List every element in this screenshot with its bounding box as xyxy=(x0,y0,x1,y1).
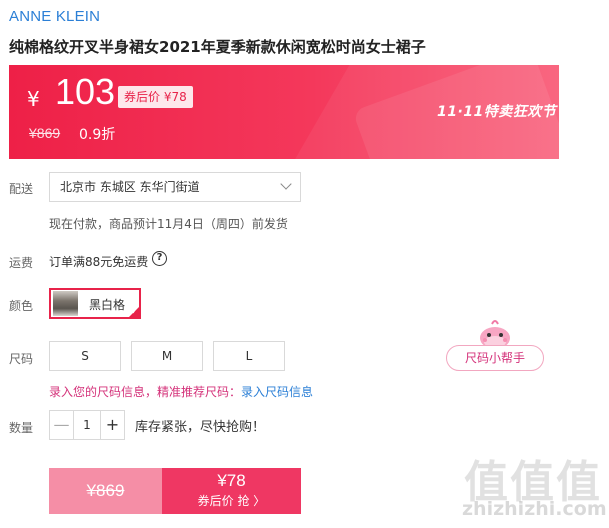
coupon-price-tag: 券后价 ¥78 xyxy=(118,86,193,108)
currency-symbol: ¥ xyxy=(27,87,40,111)
size-helper-button[interactable]: 尺码小帮手 xyxy=(446,345,544,371)
price-banner: ¥ 103 券后价 ¥78 ¥869 0.9折 11·11特卖狂欢节 xyxy=(9,65,559,159)
delivery-label: 配送 xyxy=(9,182,34,196)
buy-coupon-label: 券后价 抢 〉 xyxy=(197,494,266,508)
size-info-link[interactable]: 录入尺码信息 xyxy=(241,385,313,399)
freight-text: 订单满88元免运费 xyxy=(49,255,149,269)
quantity-stepper: — 1 + xyxy=(49,410,125,440)
address-value: 北京市 东城区 东华门街道 xyxy=(60,180,200,194)
current-price: 103 xyxy=(55,71,116,112)
size-label: 尺码 xyxy=(9,352,34,366)
discount-rate: 0.9折 xyxy=(79,127,116,143)
color-option-label: 黑白格 xyxy=(89,298,126,312)
quantity-decrease-button[interactable]: — xyxy=(50,411,74,439)
size-option-l[interactable]: L xyxy=(213,341,285,371)
chevron-down-icon xyxy=(280,178,292,190)
brand-link[interactable]: ANNE KLEIN xyxy=(9,8,100,25)
promo-event-label: 11·11特卖狂欢节 xyxy=(437,104,557,120)
size-info-prompt: 录入您的尺码信息，精准推荐尺码： xyxy=(49,385,242,399)
original-price-button[interactable]: ¥869 xyxy=(49,468,162,514)
color-thumbnail xyxy=(53,291,78,316)
coupon-buy-button[interactable]: ¥78 券后价 抢 〉 xyxy=(162,468,301,514)
check-icon: ✓ xyxy=(131,307,138,316)
freight-label: 运费 xyxy=(9,256,34,270)
shipping-estimate: 现在付款，商品预计11月4日（周四）前发货 xyxy=(49,217,288,231)
size-option-m[interactable]: M xyxy=(131,341,203,371)
stock-warning: 库存紧张，尽快抢购！ xyxy=(135,420,266,435)
help-icon[interactable]: ? xyxy=(152,251,167,266)
color-label: 颜色 xyxy=(9,299,34,313)
buy-coupon-price: ¥78 xyxy=(217,471,246,490)
product-title: 纯棉格纹开叉半身裙女2021年夏季新款休闲宽松时尚女士裙子 xyxy=(9,38,426,56)
quantity-increase-button[interactable]: + xyxy=(100,411,124,439)
size-option-s[interactable]: S xyxy=(49,341,121,371)
quantity-label: 数量 xyxy=(9,421,34,435)
size-info-line: 录入您的尺码信息，精准推荐尺码：录入尺码信息 xyxy=(49,383,313,400)
original-price: ¥869 xyxy=(29,125,61,141)
color-option-selected[interactable]: 黑白格 ✓ xyxy=(49,288,141,319)
watermark-text: zhizhizhi.com xyxy=(462,498,607,520)
quantity-input[interactable]: 1 xyxy=(74,411,100,439)
address-select[interactable]: 北京市 东城区 东华门街道 xyxy=(49,172,301,202)
